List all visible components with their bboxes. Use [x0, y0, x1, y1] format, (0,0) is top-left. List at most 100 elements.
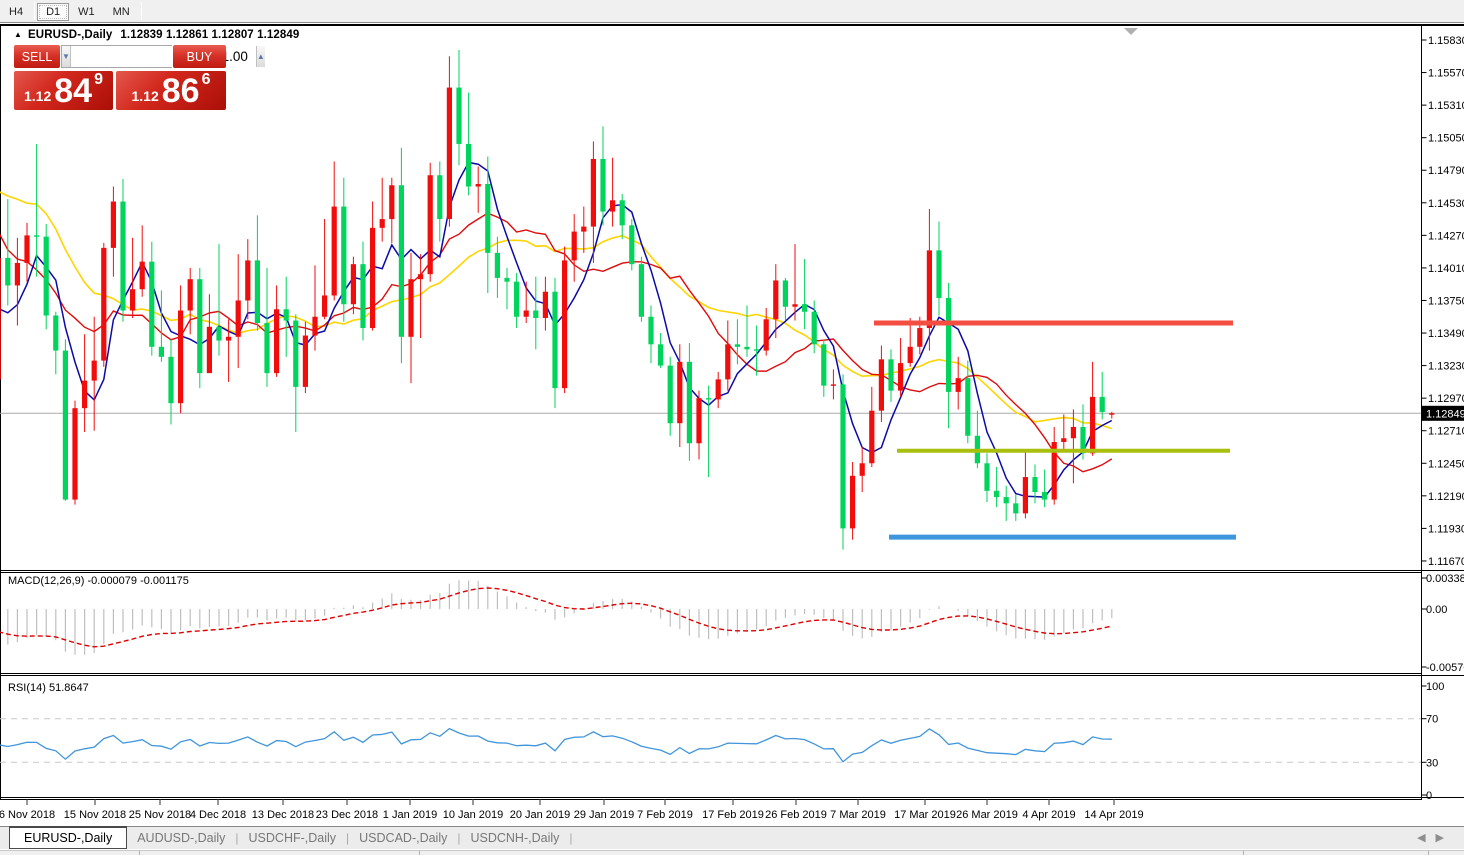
- tab-symbol-audusd[interactable]: AUDUSD-,Daily: [127, 829, 235, 847]
- svg-text:1.15050: 1.15050: [1428, 133, 1464, 145]
- macd-signal-line: [0, 588, 1112, 647]
- buy-price-button[interactable]: 1.12 86 6: [116, 71, 226, 110]
- candle-up: [898, 363, 903, 391]
- candle-up: [101, 248, 106, 361]
- candle-down: [120, 202, 125, 311]
- candle-down: [255, 260, 260, 323]
- macd-name: MACD(12,26,9): [8, 575, 84, 587]
- candle-down: [341, 207, 346, 305]
- svg-text:1.12190: 1.12190: [1428, 491, 1464, 503]
- candle-up: [956, 378, 961, 392]
- candle-down: [504, 278, 509, 282]
- tab-symbol-eurusd[interactable]: EURUSD-,Daily: [9, 826, 127, 849]
- candle-down: [629, 225, 634, 264]
- candle-down: [44, 237, 49, 316]
- candle-up: [879, 359, 884, 410]
- candle-up: [1071, 427, 1076, 438]
- candle-up: [380, 219, 385, 228]
- candle-down: [735, 344, 740, 347]
- candle-up: [850, 476, 855, 529]
- svg-text:17 Feb 2019: 17 Feb 2019: [702, 809, 764, 821]
- chart-shift-marker-icon: [1124, 28, 1138, 35]
- candle-down: [53, 316, 58, 351]
- svg-text:29 Jan 2019: 29 Jan 2019: [574, 809, 635, 821]
- candle-down: [466, 144, 471, 187]
- candle-up: [610, 200, 615, 211]
- candle-down: [159, 347, 164, 357]
- volume-increase-button[interactable]: ▲: [256, 46, 265, 67]
- candle-down: [639, 264, 644, 317]
- candle-down: [485, 184, 490, 253]
- candle-up: [82, 381, 87, 409]
- svg-text:17 Mar 2019: 17 Mar 2019: [894, 809, 956, 821]
- candle-up: [303, 336, 308, 387]
- svg-text:1.14010: 1.14010: [1428, 263, 1464, 275]
- tab-scroll-right-icon[interactable]: ▶: [1436, 832, 1454, 844]
- symbol-tab-bar: EURUSD-,Daily AUDUSD-,Daily | USDCHF-,Da…: [0, 826, 1464, 849]
- candle-down: [783, 280, 788, 306]
- candle-down: [264, 323, 269, 373]
- svg-text:1.14790: 1.14790: [1428, 165, 1464, 177]
- candle-down: [965, 378, 970, 436]
- tab-scroll-left-icon[interactable]: ◀: [1417, 832, 1435, 844]
- svg-text:15 Nov 2018: 15 Nov 2018: [64, 809, 126, 821]
- candle-down: [63, 351, 68, 500]
- candle-up: [389, 185, 394, 219]
- candle-down: [168, 357, 173, 403]
- svg-text:1.11670: 1.11670: [1428, 556, 1464, 568]
- candle-down: [284, 309, 289, 320]
- price-axis: 1.158301.155701.153101.150501.147901.145…: [1422, 35, 1464, 568]
- svg-text:0: 0: [1426, 790, 1432, 802]
- volume-decrease-button[interactable]: ▼: [62, 46, 71, 67]
- candle-down: [812, 312, 817, 345]
- svg-text:1.15310: 1.15310: [1428, 100, 1464, 112]
- svg-text:1.15570: 1.15570: [1428, 68, 1464, 80]
- svg-text:1.13750: 1.13750: [1428, 295, 1464, 307]
- candle-up: [322, 295, 327, 316]
- candle-up: [24, 235, 29, 263]
- candle-down: [5, 258, 10, 286]
- candle-up: [370, 228, 375, 328]
- svg-text:-0.00576: -0.00576: [1426, 662, 1464, 674]
- time-axis: 6 Nov 201815 Nov 201825 Nov 20184 Dec 20…: [0, 799, 1144, 821]
- candle-up: [696, 398, 701, 443]
- candle-down: [936, 250, 941, 298]
- volume-stepper: ▼ ▲: [61, 45, 172, 68]
- sell-price-button[interactable]: 1.12 84 9: [14, 71, 113, 110]
- candle-up: [831, 384, 836, 385]
- candle-down: [1032, 477, 1037, 492]
- rsi-value: 51.8647: [49, 682, 89, 694]
- candle-up: [428, 175, 433, 274]
- candle-down: [994, 491, 999, 497]
- candle-up: [408, 279, 413, 337]
- candle-up: [524, 310, 529, 316]
- buy-button[interactable]: BUY: [173, 45, 226, 68]
- svg-text:20 Jan 2019: 20 Jan 2019: [510, 809, 571, 821]
- candle-down: [706, 398, 711, 399]
- candle-up: [581, 227, 586, 232]
- buy-price-pip: 6: [202, 71, 211, 89]
- candle-down: [399, 185, 404, 337]
- chart-canvas[interactable]: 1.158301.155701.153101.150501.147901.145…: [0, 0, 1464, 855]
- svg-text:25 Nov 2018: 25 Nov 2018: [129, 809, 191, 821]
- candle-up: [773, 280, 778, 319]
- svg-text:26 Mar 2019: 26 Mar 2019: [956, 809, 1018, 821]
- svg-text:10 Jan 2019: 10 Jan 2019: [443, 809, 504, 821]
- tab-symbol-usdcad[interactable]: USDCAD-,Daily: [349, 829, 457, 847]
- sell-price-main: 84: [54, 76, 92, 106]
- collapse-triangle-icon[interactable]: ▲: [14, 30, 22, 39]
- svg-text:1.14270: 1.14270: [1428, 230, 1464, 242]
- candle-down: [821, 344, 826, 385]
- candle-up: [677, 362, 682, 423]
- macd-indicator-label: MACD(12,26,9) -0.000079 -0.001175: [8, 575, 189, 587]
- candle-up: [351, 264, 356, 304]
- status-divider: [419, 851, 420, 855]
- volume-input[interactable]: [71, 46, 256, 67]
- svg-text:1 Jan 2019: 1 Jan 2019: [383, 809, 437, 821]
- sell-button[interactable]: SELL: [14, 45, 60, 68]
- tab-symbol-usdcnh[interactable]: USDCNH-,Daily: [460, 829, 569, 847]
- candle-up: [312, 317, 317, 336]
- tab-symbol-usdchf[interactable]: USDCHF-,Daily: [239, 829, 347, 847]
- candle-up: [1023, 477, 1028, 513]
- candle-up: [1109, 413, 1114, 414]
